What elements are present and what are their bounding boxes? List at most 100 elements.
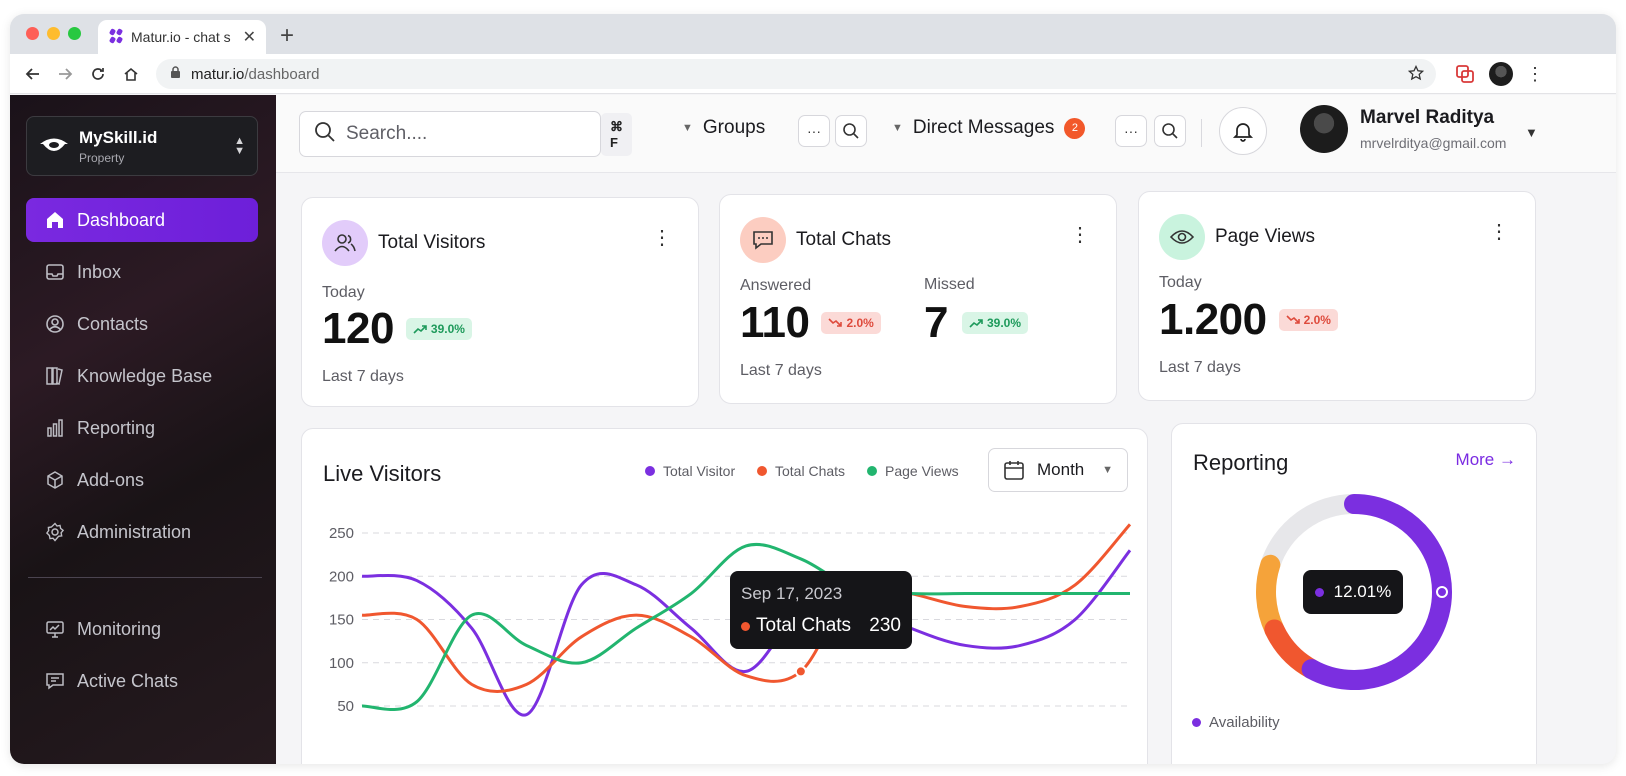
sidebar-item-administration[interactable]: Administration [26, 510, 258, 554]
home-icon [45, 210, 65, 230]
sidebar-item-monitoring[interactable]: Monitoring [26, 607, 258, 651]
sidebar-item-label: Dashboard [77, 209, 166, 230]
box-icon [45, 470, 65, 490]
sidebar-item-knowledge-base[interactable]: Knowledge Base [26, 354, 258, 398]
trend-down-icon [828, 318, 843, 327]
groups-search-button[interactable] [835, 115, 867, 147]
trend-up-icon [413, 325, 427, 334]
sidebar-divider [28, 577, 262, 578]
trend-down-badge: 2.0% [821, 312, 881, 334]
back-arrow-icon[interactable] [22, 63, 44, 85]
myskill-logo-icon [39, 131, 69, 161]
search-input[interactable] [346, 123, 591, 145]
bar-chart-icon [45, 418, 65, 438]
answered-label: Answered [740, 277, 812, 294]
browser-menu-icon[interactable]: ⋮ [1523, 62, 1547, 86]
total-chats-card: Total Chats ⋮ Answered 110 2.0% Missed 7… [719, 194, 1117, 404]
sidebar-item-add-ons[interactable]: Add-ons [26, 458, 258, 502]
card-menu-icon[interactable]: ⋮ [1070, 225, 1090, 245]
today-label: Today [322, 284, 365, 301]
trend-up-badge: 39.0% [405, 318, 472, 340]
sidebar-item-reporting[interactable]: Reporting [26, 406, 258, 450]
legend-dot [1192, 718, 1201, 727]
search-shortcut-badge: ⌘ F [601, 112, 632, 156]
live-visitors-chart: 250 200 150 100 50 [329, 523, 1132, 717]
trend-down-icon [1286, 315, 1300, 324]
trend-down-badge: 2.0% [1278, 309, 1338, 331]
address-bar[interactable]: matur.io/dashboard [156, 59, 1436, 89]
workspace-subtitle: Property [79, 150, 125, 165]
sidebar-item-contacts[interactable]: Contacts [26, 302, 258, 346]
card-menu-icon[interactable]: ⋮ [1489, 222, 1509, 242]
groups-label: Groups [702, 117, 766, 138]
highlighted-data-point[interactable] [794, 665, 807, 678]
users-icon [322, 220, 368, 266]
sidebar-item-label: Add-ons [77, 469, 145, 490]
user-menu-caret-icon[interactable]: ▼ [1525, 125, 1538, 140]
missed-value: 7 [924, 298, 948, 347]
home-browser-icon[interactable] [120, 63, 142, 85]
missed-label: Missed [924, 276, 975, 293]
change-value: 39.0% [430, 322, 465, 336]
monitor-icon [45, 619, 65, 639]
top-header: ⌘ F ▼ Groups ··· ▼ Direct Messages 2 ··· [276, 95, 1616, 173]
groups-dropdown[interactable]: ▼ Groups [682, 117, 765, 139]
groups-more-button[interactable]: ··· [798, 115, 830, 147]
book-icon [45, 366, 65, 386]
close-tab-icon[interactable]: ✕ [243, 27, 256, 47]
maximize-window-button[interactable] [68, 27, 81, 40]
trend-up-icon [969, 319, 983, 328]
tooltip-date: Sep 17, 2023 [741, 584, 843, 603]
sidebar-item-inbox[interactable]: Inbox [26, 250, 258, 294]
extension-icon[interactable] [1453, 62, 1477, 86]
donut-marker [1436, 586, 1448, 598]
tooltip-series-name: Total Chats [756, 615, 852, 636]
close-window-button[interactable] [26, 27, 39, 40]
sidebar-item-label: Reporting [77, 417, 156, 438]
caret-down-icon: ▼ [892, 122, 903, 134]
sidebar-item-label: Inbox [77, 261, 122, 282]
browser-tab[interactable]: Matur.io - chat s ✕ [98, 20, 266, 54]
bookmark-star-icon[interactable] [1407, 64, 1425, 85]
y-tick-label: 100 [329, 655, 354, 672]
trend-up-badge: 39.0% [961, 312, 1029, 334]
period-label: Last 7 days [740, 362, 822, 379]
url-domain: matur.io [191, 65, 245, 83]
forward-arrow-icon[interactable] [54, 63, 76, 85]
contacts-icon [45, 314, 65, 334]
period-label: Last 7 days [1159, 359, 1241, 376]
tab-strip: Matur.io - chat s ✕ + [10, 14, 1616, 54]
workspace-switcher[interactable]: MySkill.id Property ▲ ▼ [26, 116, 258, 176]
search-icon [1162, 123, 1178, 139]
more-horizontal-icon: ··· [1124, 123, 1138, 139]
card-title: Page Views [1215, 226, 1315, 247]
profile-avatar-icon[interactable] [1489, 62, 1513, 86]
minimize-window-button[interactable] [47, 27, 60, 40]
search-icon [843, 123, 859, 139]
period-label: Last 7 days [322, 368, 404, 385]
search-box: ⌘ F [299, 111, 632, 157]
card-title: Total Visitors [378, 232, 486, 253]
card-menu-icon[interactable]: ⋮ [652, 228, 672, 248]
page-views-value: 1.200 [1159, 295, 1267, 344]
user-profile[interactable]: Marvel Raditya mrvelrditya@gmail.com [1300, 105, 1506, 153]
change-value: 39.0% [986, 316, 1022, 330]
search-icon [314, 121, 336, 148]
change-value: 2.0% [1303, 313, 1331, 327]
dm-more-button[interactable]: ··· [1115, 115, 1147, 147]
new-tab-button[interactable]: + [280, 22, 294, 50]
sidebar-item-active-chats[interactable]: Active Chats [26, 659, 258, 703]
reload-icon[interactable] [87, 63, 109, 85]
notifications-button[interactable] [1219, 107, 1267, 155]
today-label: Today [1159, 274, 1202, 291]
dm-search-button[interactable] [1154, 115, 1186, 147]
answered-value: 110 [740, 298, 810, 347]
avatar [1300, 105, 1348, 153]
direct-messages-dropdown[interactable]: ▼ Direct Messages 2 [892, 117, 1086, 139]
visitors-value: 120 [322, 304, 394, 353]
donut-slice-segment-gray[interactable] [1260, 494, 1355, 569]
tooltip-dot [1314, 587, 1324, 597]
reporting-card: Reporting More → 12.01% Availability [1171, 423, 1537, 764]
donut-tooltip: 12.01% [1303, 570, 1403, 614]
sidebar-item-dashboard[interactable]: Dashboard [26, 198, 258, 242]
